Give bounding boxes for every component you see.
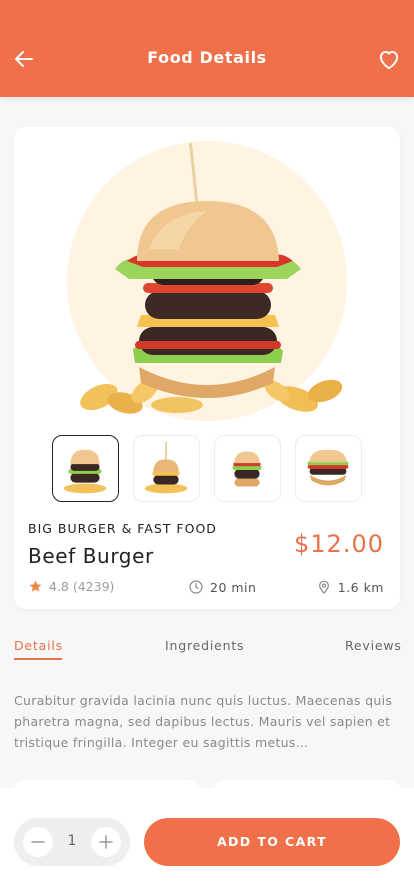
product-card: BIG BURGER & FAST FOOD Beef Burger $12.0… (14, 127, 400, 609)
increase-quantity-button[interactable] (91, 827, 121, 857)
thumbnail-4[interactable] (295, 435, 362, 502)
tab-reviews[interactable]: Reviews (345, 638, 402, 653)
active-tab-indicator (14, 658, 62, 660)
distance-text: 1.6 km (337, 579, 384, 595)
burger-hero-image (67, 141, 347, 421)
quantity-stepper: 1 (14, 818, 130, 866)
tab-ingredients[interactable]: Ingredients (165, 638, 244, 653)
heart-outline-icon[interactable] (376, 46, 402, 72)
distance-info: 1.6 km (316, 579, 384, 595)
thumbnail-2[interactable] (133, 435, 200, 502)
thumbnail-strip (52, 435, 362, 502)
bottom-action-bar: 1 ADD TO CART (0, 788, 414, 896)
rating-text: 4.8 (4239) (49, 579, 115, 594)
thumbnail-1[interactable] (52, 435, 119, 502)
add-to-cart-button[interactable]: ADD TO CART (144, 818, 400, 866)
rating-info: 4.8 (4239) (28, 579, 114, 594)
product-description: Curabitur gravida lacinia nunc quis luct… (14, 693, 393, 750)
location-pin-icon (318, 580, 329, 594)
time-info: 20 min (188, 579, 256, 595)
product-category: BIG BURGER & FAST FOOD (28, 521, 217, 536)
clock-icon (189, 580, 203, 594)
page-title: Food Details (147, 48, 267, 67)
detail-tabs: Details Ingredients Reviews (0, 638, 414, 664)
app-header: Food Details (0, 0, 414, 97)
star-icon (29, 580, 42, 592)
plus-icon (99, 835, 113, 849)
product-price: $12.00 (294, 530, 384, 558)
tab-details[interactable]: Details (14, 638, 63, 653)
product-name: Beef Burger (28, 544, 154, 568)
thumbnail-3[interactable] (214, 435, 281, 502)
time-text: 20 min (210, 579, 257, 595)
